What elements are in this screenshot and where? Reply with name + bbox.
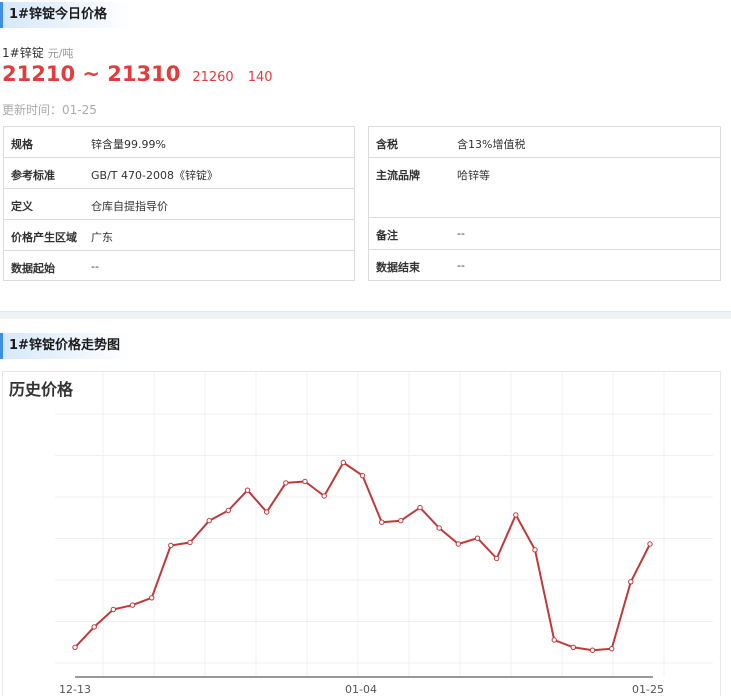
price-data-point	[417, 504, 423, 511]
spec-row-grade: 规格 锌含量99.99%	[4, 127, 354, 158]
price-data-point	[168, 542, 174, 549]
spec-row-standard: 参考标准 GB/T 470-2008《锌锭》	[4, 158, 354, 189]
price-data-point	[455, 541, 461, 547]
spec-value: --	[91, 260, 99, 273]
price-data-point	[244, 487, 251, 493]
price-data-point	[91, 624, 97, 630]
price-data-point	[494, 555, 500, 562]
section-title-today-price: 1#锌锭今日价格	[0, 2, 130, 28]
price-data-point	[474, 535, 481, 541]
section-divider	[0, 311, 731, 319]
price-chart[interactable]: 12-13 01-04 01-25 历史价格	[2, 371, 721, 696]
x-tick-label: 01-04	[345, 683, 377, 696]
price-data-point	[570, 644, 576, 650]
chart-title: 历史价格	[9, 380, 74, 399]
spec-key: 含税	[376, 138, 398, 151]
spec-key: 价格产生区域	[11, 231, 77, 244]
price-data-point	[436, 525, 442, 531]
price-range: 21210 ~ 21310	[2, 62, 181, 86]
product-name: 1#锌锭 元/吨	[2, 44, 73, 61]
spec-row-data-start: 数据起始 --	[4, 251, 354, 281]
spec-row-tax: 含税 含13%增值税	[369, 127, 720, 158]
spec-key: 数据结束	[376, 261, 420, 274]
x-tick-label: 01-25	[632, 683, 664, 696]
spec-value: 广东	[91, 231, 113, 244]
price-data-point	[532, 547, 538, 553]
price-data-point	[187, 539, 193, 546]
price-data-point	[302, 478, 308, 485]
price-data-point	[551, 637, 557, 643]
spec-value: --	[457, 227, 465, 240]
price-data-point	[129, 602, 136, 608]
price-chart-svg[interactable]: 12-13 01-04 01-25	[3, 372, 722, 696]
price-data-point	[513, 512, 519, 518]
price-row: 21210 ~ 21310 21260 140	[2, 62, 273, 86]
price-data-point	[206, 518, 212, 524]
price-data-point	[283, 480, 289, 486]
spec-key: 参考标准	[11, 169, 55, 182]
spec-value: 锌含量99.99%	[91, 138, 166, 151]
price-unit: 元/吨	[47, 47, 74, 60]
price-data-point	[609, 646, 615, 652]
price-data-point	[379, 519, 385, 525]
price-data-point	[110, 606, 117, 613]
spec-table-left: 规格 锌含量99.99% 参考标准 GB/T 470-2008《锌锭》 定义 仓…	[3, 126, 355, 281]
product-name-text: 1#锌锭	[2, 46, 44, 60]
spec-key: 主流品牌	[376, 169, 420, 182]
spec-value: GB/T 470-2008《锌锭》	[91, 169, 218, 182]
price-data-point	[321, 493, 327, 499]
price-data-point	[589, 647, 596, 653]
spec-row-brand: 主流品牌 哈锌等	[369, 158, 720, 218]
x-tick-label: 12-13	[59, 683, 91, 696]
spec-key: 备注	[376, 229, 398, 242]
spec-key: 规格	[11, 138, 33, 151]
price-data-point	[628, 579, 634, 585]
spec-row-data-end: 数据结束 --	[369, 250, 720, 281]
price-data-point	[72, 644, 78, 650]
spec-row-definition: 定义 仓库自提指导价	[4, 189, 354, 220]
price-data-point	[359, 472, 366, 479]
spec-row-region: 价格产生区域 广东	[4, 220, 354, 251]
price-data-point	[225, 507, 232, 514]
section-title-price-trend: 1#锌锭价格走势图	[0, 333, 130, 359]
spec-row-note: 备注 --	[369, 218, 720, 250]
price-series-line	[74, 461, 651, 652]
spec-key: 定义	[11, 200, 33, 213]
price-data-point	[264, 509, 270, 515]
price-data-point	[647, 541, 653, 547]
spec-value: 含13%增值税	[457, 138, 526, 151]
update-time: 更新时间：01-25	[2, 103, 97, 117]
spec-key: 数据起始	[11, 262, 55, 275]
price-data-point	[149, 595, 155, 601]
price-change: 140	[247, 70, 273, 85]
spec-value: 哈锌等	[457, 169, 490, 182]
price-data-point	[340, 459, 346, 466]
price-data-point	[398, 518, 404, 524]
spec-value: --	[457, 259, 465, 272]
price-average: 21260	[192, 70, 234, 85]
spec-value: 仓库自提指导价	[91, 200, 168, 213]
spec-table-right: 含税 含13%增值税 主流品牌 哈锌等 备注 -- 数据结束 --	[368, 126, 721, 281]
